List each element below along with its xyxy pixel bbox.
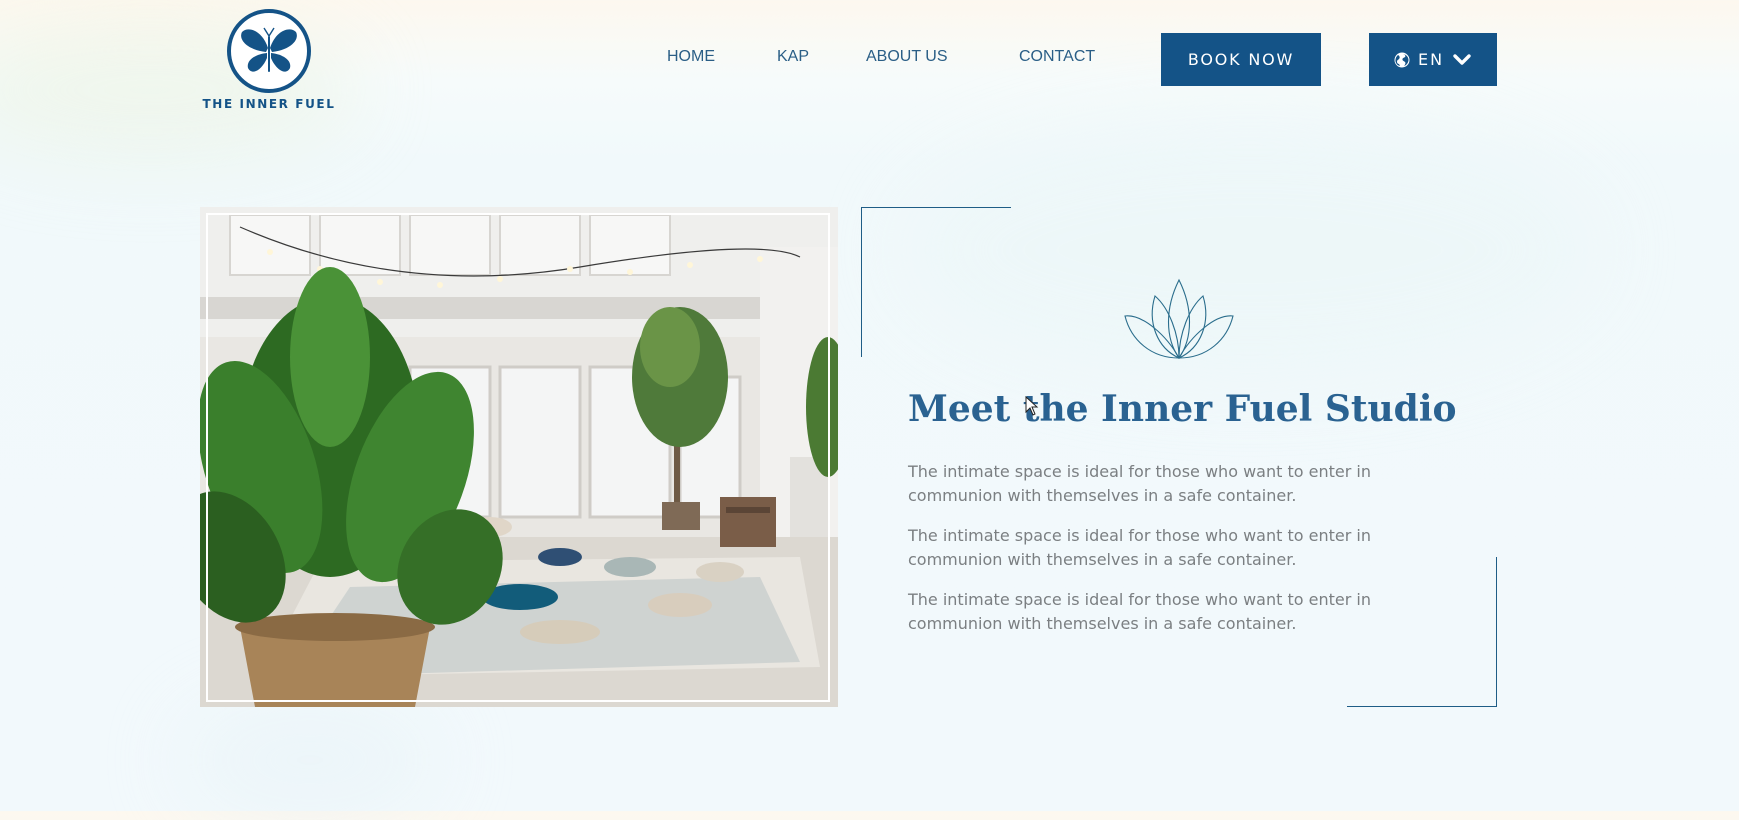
nav-home-link[interactable]: HOME — [667, 48, 715, 66]
mouse-cursor-icon — [1025, 396, 1039, 416]
globe-icon — [1394, 52, 1410, 67]
decorative-corner-top-left — [861, 207, 1011, 357]
book-now-button[interactable]: BOOK NOW — [1161, 33, 1321, 86]
body-paragraph: The intimate space is ideal for those wh… — [908, 526, 1371, 569]
logo[interactable]: THE INNER FUEL — [200, 8, 338, 111]
nav-contact-link[interactable]: CONTACT — [1019, 48, 1095, 66]
language-selector[interactable]: EN — [1369, 33, 1497, 86]
lotus-icon — [1124, 278, 1234, 359]
background-wash — [180, 700, 440, 820]
section-heading: Meet the Inner Fuel Studio — [908, 388, 1457, 430]
butterfly-icon — [227, 9, 311, 93]
chevron-down-icon — [1453, 53, 1471, 65]
body-paragraph: The intimate space is ideal for those wh… — [908, 462, 1371, 505]
nav-about-link[interactable]: ABOUT US — [866, 48, 948, 66]
language-label: EN — [1417, 50, 1445, 69]
nav-kap-link[interactable]: KAP — [777, 48, 809, 66]
body-paragraph: The intimate space is ideal for those wh… — [908, 590, 1371, 633]
brand-name: THE INNER FUEL — [202, 97, 336, 111]
studio-photo — [200, 207, 838, 707]
